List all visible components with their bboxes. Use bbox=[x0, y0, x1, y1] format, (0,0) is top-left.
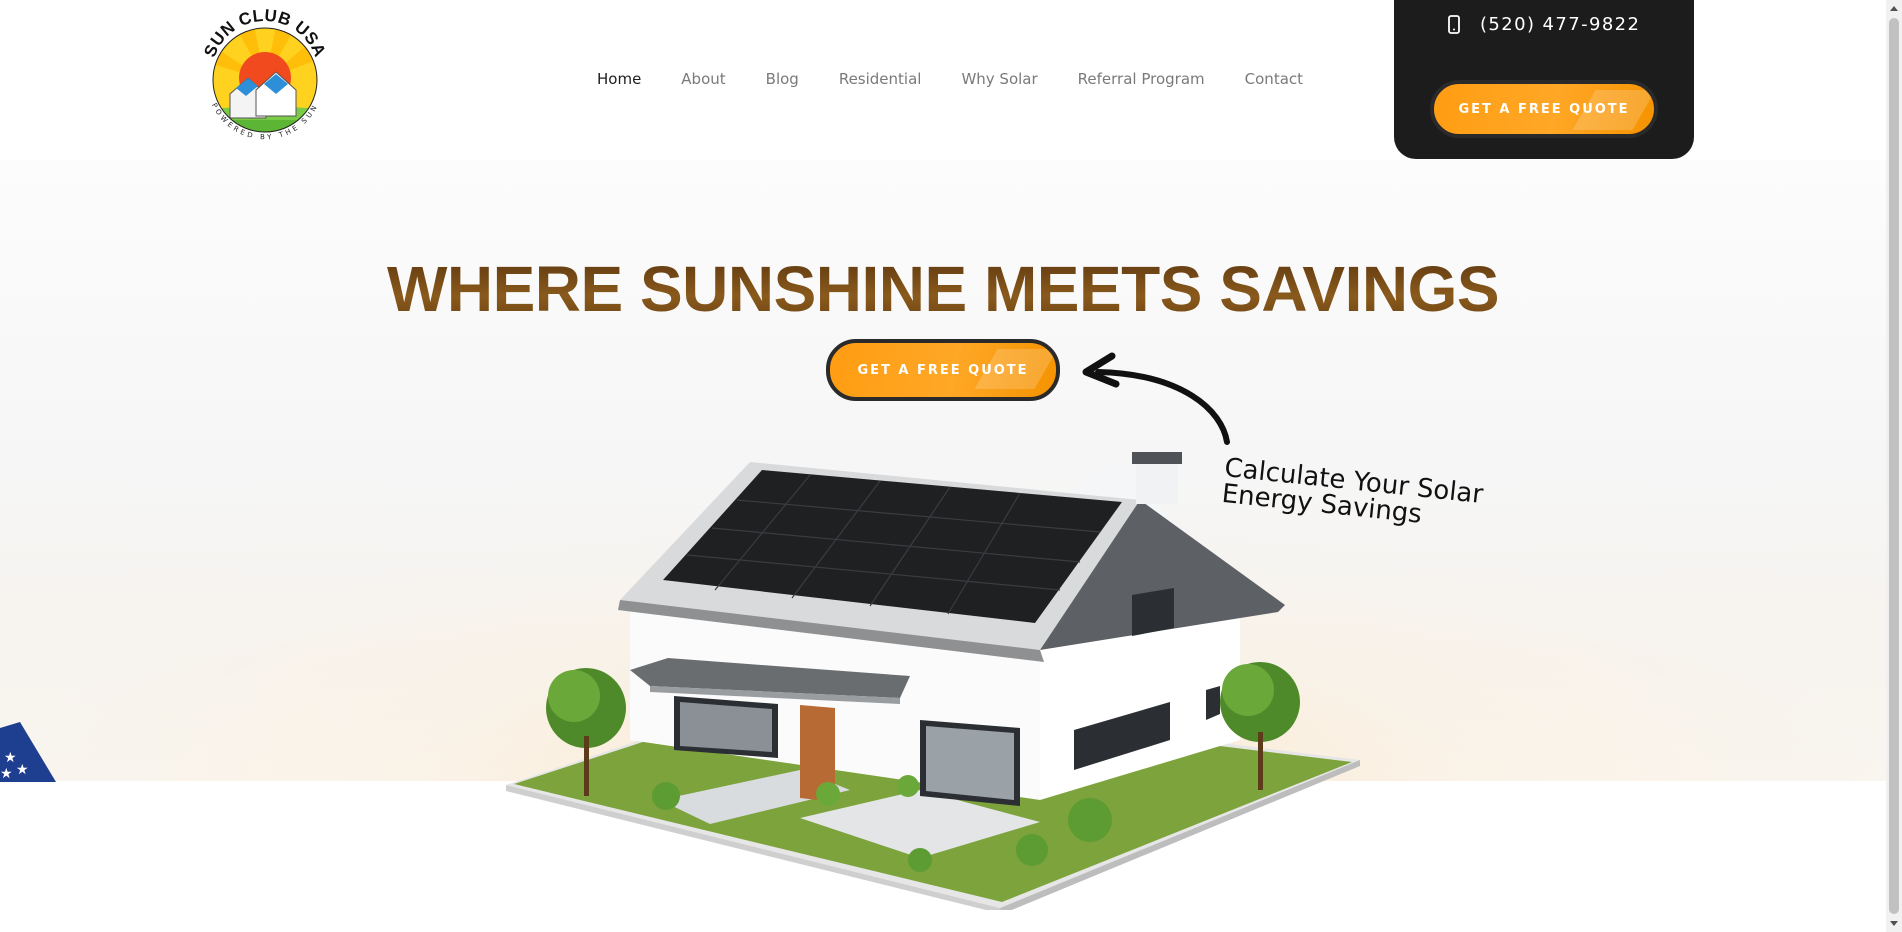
nav-contact[interactable]: Contact bbox=[1245, 70, 1303, 88]
nav-blog[interactable]: Blog bbox=[766, 70, 799, 88]
nav-referral-program[interactable]: Referral Program bbox=[1078, 70, 1205, 88]
nav-why-solar[interactable]: Why Solar bbox=[961, 70, 1037, 88]
logo-graphic: SUN CLUB USA POWERED BY THE SUN bbox=[200, 6, 329, 142]
solar-house-illustration bbox=[506, 452, 1360, 910]
hand-drawn-arrow-icon bbox=[1082, 352, 1230, 445]
header-cta-panel: (520) 477-9822 GET A FREE QUOTE bbox=[1394, 0, 1694, 159]
scroll-down-arrow-icon[interactable] bbox=[1890, 921, 1898, 926]
main-nav: Home About Blog Residential Why Solar Re… bbox=[597, 70, 1343, 88]
hero-get-quote-button[interactable]: GET A FREE QUOTE bbox=[826, 339, 1060, 401]
nav-home[interactable]: Home bbox=[597, 70, 641, 88]
hero-title: WHERE SUNSHINE MEETS SAVINGS bbox=[0, 252, 1886, 326]
header-get-quote-button[interactable]: GET A FREE QUOTE bbox=[1430, 80, 1658, 138]
us-flag-corner-icon: ★ ★ ★ bbox=[0, 722, 56, 782]
hero-title-text: WHERE SUNSHINE MEETS SAVINGS bbox=[386, 253, 1500, 325]
phone-link[interactable]: (520) 477-9822 bbox=[1448, 14, 1640, 35]
mobile-phone-icon bbox=[1448, 15, 1460, 34]
svg-text:★: ★ bbox=[4, 750, 17, 766]
page: SUN CLUB USA POWERED BY THE SUN Home Abo… bbox=[0, 0, 1902, 932]
nav-residential[interactable]: Residential bbox=[839, 70, 922, 88]
svg-text:★: ★ bbox=[16, 762, 29, 778]
sun-club-usa-logo[interactable]: SUN CLUB USA POWERED BY THE SUN bbox=[196, 6, 334, 152]
scroll-thumb[interactable] bbox=[1889, 18, 1899, 914]
page-scrollbar[interactable] bbox=[1886, 0, 1902, 932]
svg-text:★: ★ bbox=[0, 766, 13, 782]
phone-number: (520) 477-9822 bbox=[1480, 14, 1641, 35]
site-header: SUN CLUB USA POWERED BY THE SUN Home Abo… bbox=[0, 0, 1886, 160]
nav-about[interactable]: About bbox=[681, 70, 725, 88]
scroll-up-arrow-icon[interactable] bbox=[1890, 6, 1898, 11]
